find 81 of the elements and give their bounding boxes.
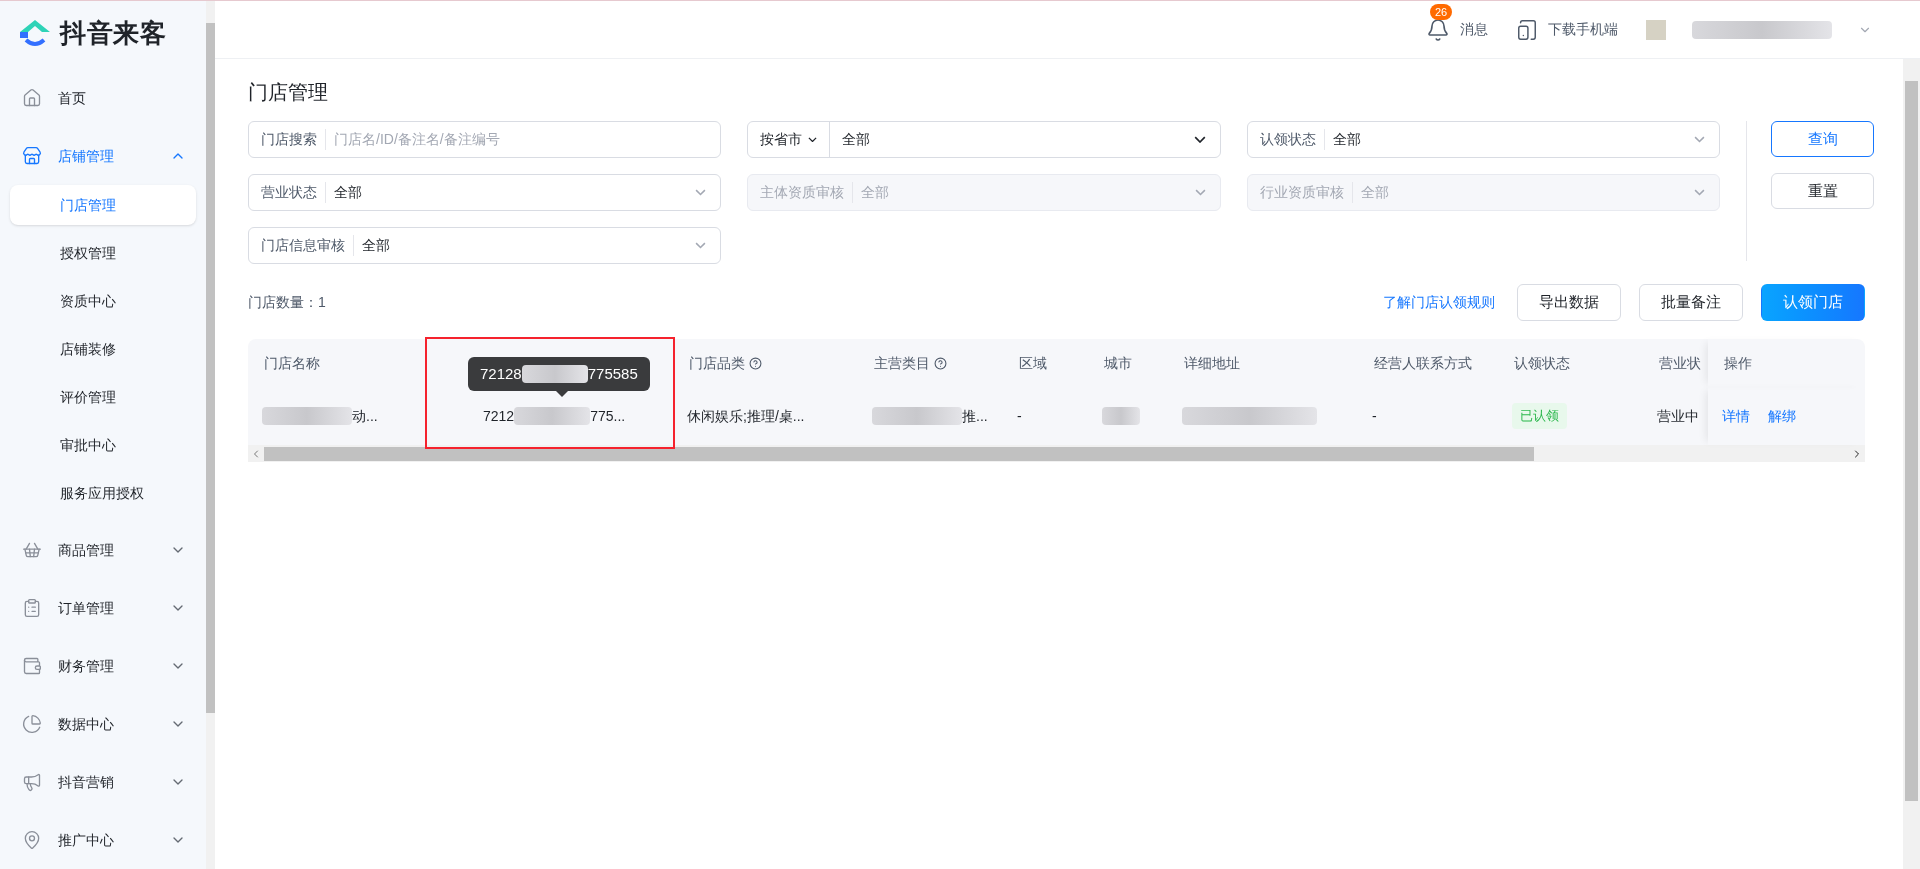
sidebar-subitem[interactable]: 服务应用授权 bbox=[10, 473, 196, 513]
filter-button[interactable]: 查询 bbox=[1771, 121, 1874, 157]
table-cell-text: 营业中 bbox=[1657, 406, 1699, 426]
wallet-icon bbox=[22, 656, 42, 676]
help-icon bbox=[749, 356, 762, 370]
table-cell-text: - bbox=[1372, 406, 1377, 426]
blurred-text bbox=[1102, 407, 1140, 425]
download-link[interactable]: 下载手机端 bbox=[1548, 19, 1618, 40]
column-header: 经营人联系方式 bbox=[1374, 353, 1472, 373]
sidebar-item[interactable]: 首页 bbox=[0, 69, 206, 127]
sidebar-item[interactable]: 数据中心 bbox=[0, 695, 206, 753]
table-link[interactable]: 详情 bbox=[1722, 405, 1750, 427]
table-cell-text: 休闲娱乐;推理/桌... bbox=[687, 406, 805, 426]
table-cell-text: 动... bbox=[352, 406, 378, 426]
scrollbar[interactable] bbox=[1903, 59, 1920, 869]
tablet-icon bbox=[1516, 18, 1538, 41]
action-button[interactable]: 批量备注 bbox=[1639, 284, 1743, 321]
avatar[interactable] bbox=[1646, 19, 1666, 40]
search-field[interactable]: 门店搜索 门店名/ID/备注名/备注编号 bbox=[248, 121, 722, 158]
sidebar-item[interactable]: 推广中心 bbox=[0, 811, 206, 869]
map-pin-icon bbox=[22, 830, 42, 850]
column-header: 门店名称 bbox=[264, 353, 320, 373]
caret-icon bbox=[1193, 135, 1206, 144]
logo-icon bbox=[18, 18, 52, 48]
pie-chart-icon bbox=[22, 714, 42, 734]
messages-link[interactable]: 消息 bbox=[1460, 19, 1488, 40]
table-cell-text: 775... bbox=[590, 406, 626, 426]
caret-icon bbox=[695, 242, 707, 249]
status-tag: 已认领 bbox=[1512, 403, 1567, 429]
bell-icon[interactable] bbox=[1426, 17, 1450, 42]
table-cell-text: 推... bbox=[962, 406, 988, 426]
caret-icon bbox=[695, 189, 707, 196]
sidebar-item[interactable]: 财务管理 bbox=[0, 637, 206, 695]
scrollbar[interactable] bbox=[206, 1, 215, 869]
select-field[interactable]: 门店信息审核 全部 bbox=[248, 227, 722, 264]
rules-link[interactable]: 了解门店认领规则 bbox=[1383, 292, 1495, 313]
sidebar-subitem[interactable]: 评价管理 bbox=[10, 377, 196, 417]
table-cell-text: - bbox=[1017, 406, 1022, 426]
home-icon bbox=[22, 88, 42, 108]
column-header: 主营类目 bbox=[874, 353, 930, 373]
caret-icon bbox=[808, 136, 818, 143]
notification-badge: 26 bbox=[1430, 3, 1453, 20]
help-icon bbox=[934, 356, 947, 370]
sidebar-subitem[interactable]: 审批中心 bbox=[10, 425, 196, 465]
column-header: 操作 bbox=[1724, 353, 1752, 373]
page-title: 门店管理 bbox=[248, 80, 329, 105]
column-header: 城市 bbox=[1104, 353, 1132, 373]
store-icon bbox=[22, 146, 42, 166]
select-field[interactable]: 认领状态 全部 bbox=[1246, 121, 1720, 158]
sidebar-item[interactable]: 店铺管理 bbox=[0, 127, 206, 185]
brand-name: 抖音来客 bbox=[60, 16, 167, 50]
column-header: 门店品类 bbox=[689, 353, 745, 373]
filter-button[interactable]: 重置 bbox=[1771, 173, 1874, 209]
sidebar-subitem[interactable]: 门店管理 bbox=[10, 185, 196, 225]
action-button[interactable]: 导出数据 bbox=[1517, 284, 1621, 321]
caret-icon bbox=[1194, 189, 1206, 196]
clipboard-icon bbox=[22, 598, 42, 618]
tooltip-text: 775585 bbox=[587, 363, 638, 384]
region-select[interactable]: 按省市 全部 bbox=[747, 121, 1221, 158]
select-field[interactable]: 营业状态 全部 bbox=[248, 174, 722, 211]
column-header: 区域 bbox=[1019, 353, 1047, 373]
caret-icon bbox=[1694, 136, 1705, 143]
column-header: 详细地址 bbox=[1184, 353, 1240, 373]
table-link[interactable]: 解绑 bbox=[1768, 405, 1796, 427]
store-count: 门店数量：1 bbox=[248, 293, 327, 312]
search-input[interactable]: 门店名/ID/备注名/备注编号 bbox=[334, 129, 709, 150]
sidebar-item[interactable]: 订单管理 bbox=[0, 579, 206, 637]
tooltip-text: 72128 bbox=[480, 363, 522, 384]
blurred-text bbox=[521, 365, 588, 383]
horizontal-scrollbar[interactable] bbox=[248, 445, 1865, 462]
column-header: 认领状态 bbox=[1514, 353, 1570, 373]
sidebar-subitem[interactable]: 店铺装修 bbox=[10, 329, 196, 369]
table-cell-text: 7212 bbox=[483, 406, 515, 426]
sidebar-subitem[interactable]: 资质中心 bbox=[10, 281, 196, 321]
sidebar-subitem[interactable]: 授权管理 bbox=[10, 233, 196, 273]
caret-icon bbox=[1694, 189, 1705, 196]
megaphone-icon bbox=[22, 772, 42, 792]
basket-icon bbox=[22, 540, 42, 560]
sidebar-item[interactable]: 商品管理 bbox=[0, 521, 206, 579]
sidebar-item[interactable]: 抖音营销 bbox=[0, 753, 206, 811]
column-header: 营业状 bbox=[1659, 353, 1701, 373]
